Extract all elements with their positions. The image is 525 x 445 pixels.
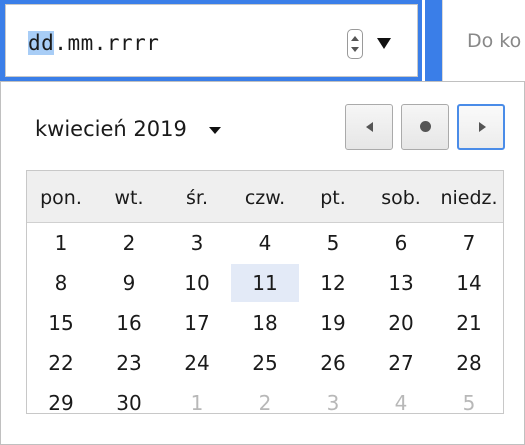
calendar-day[interactable]: 16 [95, 304, 163, 342]
weekday-header: pon. wt. śr. czw. pt. sob. niedz. [27, 171, 503, 223]
dropdown-arrow-icon[interactable] [377, 38, 391, 49]
calendar-day[interactable]: 3 [163, 224, 231, 262]
calendar-day[interactable]: 23 [95, 344, 163, 382]
dot-icon [420, 121, 431, 132]
calendar-day[interactable]: 29 [27, 384, 95, 422]
calendar-day[interactable]: 12 [299, 264, 367, 302]
previous-month-button[interactable] [345, 104, 393, 150]
today-button[interactable] [401, 104, 449, 150]
weekday-label: śr. [185, 187, 208, 209]
calendar-day[interactable]: 1 [27, 224, 95, 262]
weekday-label: pt. [320, 187, 346, 209]
calendar-day[interactable]: 17 [163, 304, 231, 342]
month-year-select[interactable]: kwiecień 2019 [35, 117, 187, 141]
to-date-placeholder: Do ko [467, 30, 522, 52]
calendar-day[interactable]: 28 [435, 344, 503, 382]
calendar-day[interactable]: 2 [95, 224, 163, 262]
calendar-day[interactable]: 21 [435, 304, 503, 342]
calendar-grid: pon. wt. śr. czw. pt. sob. niedz. 1 2 3 4 5 6 7 8 9 10 1… [26, 170, 504, 415]
stepper-down-icon[interactable] [351, 47, 359, 52]
calendar-day[interactable]: 6 [367, 224, 435, 262]
weekday-label: pon. [40, 187, 82, 209]
calendar-day[interactable]: 13 [367, 264, 435, 302]
calendar-day[interactable]: 4 [367, 384, 435, 422]
chevron-down-icon[interactable] [209, 127, 221, 134]
calendar-day-today[interactable]: 11 [231, 264, 299, 302]
calendar-day[interactable]: 5 [299, 224, 367, 262]
date-segment-month-year[interactable]: .mm.rrrr [54, 31, 159, 55]
calendar-day[interactable]: 3 [299, 384, 367, 422]
calendar-day[interactable]: 19 [299, 304, 367, 342]
calendar-day[interactable]: 7 [435, 224, 503, 262]
weekday-label: czw. [244, 187, 286, 209]
date-input[interactable]: dd.mm.rrrr [0, 0, 422, 81]
calendar-day[interactable]: 14 [435, 264, 503, 302]
calendar-day[interactable]: 8 [27, 264, 95, 302]
stepper-up-icon[interactable] [351, 36, 359, 41]
calendar-day[interactable]: 30 [95, 384, 163, 422]
calendar-popup: kwiecień 2019 pon. wt. śr. czw. pt. sob. niedz… [0, 81, 525, 445]
calendar-day[interactable]: 22 [27, 344, 95, 382]
calendar-day[interactable]: 4 [231, 224, 299, 262]
calendar-day[interactable]: 26 [299, 344, 367, 382]
calendar-day[interactable]: 24 [163, 344, 231, 382]
triangle-left-icon [366, 122, 373, 132]
to-date-input[interactable]: Do ko [442, 0, 525, 81]
calendar-day[interactable]: 5 [435, 384, 503, 422]
calendar-day[interactable]: 25 [231, 344, 299, 382]
calendar-day[interactable]: 20 [367, 304, 435, 342]
calendar-day[interactable]: 1 [163, 384, 231, 422]
calendar-day[interactable]: 15 [27, 304, 95, 342]
weekday-label: niedz. [440, 187, 498, 209]
calendar-day[interactable]: 18 [231, 304, 299, 342]
date-segment-day[interactable]: dd [28, 31, 55, 55]
weekday-label: wt. [114, 187, 144, 209]
up-down-stepper-icon[interactable] [347, 29, 363, 59]
calendar-day[interactable]: 10 [163, 264, 231, 302]
date-input-field[interactable]: dd.mm.rrrr [5, 4, 418, 77]
calendar-day[interactable]: 2 [231, 384, 299, 422]
calendar-day[interactable]: 9 [95, 264, 163, 302]
calendar-day[interactable]: 27 [367, 344, 435, 382]
triangle-right-icon [479, 122, 486, 132]
next-month-button[interactable] [457, 104, 505, 150]
date-input-text[interactable]: dd.mm.rrrr [28, 31, 159, 55]
weekday-label: sob. [381, 187, 421, 209]
